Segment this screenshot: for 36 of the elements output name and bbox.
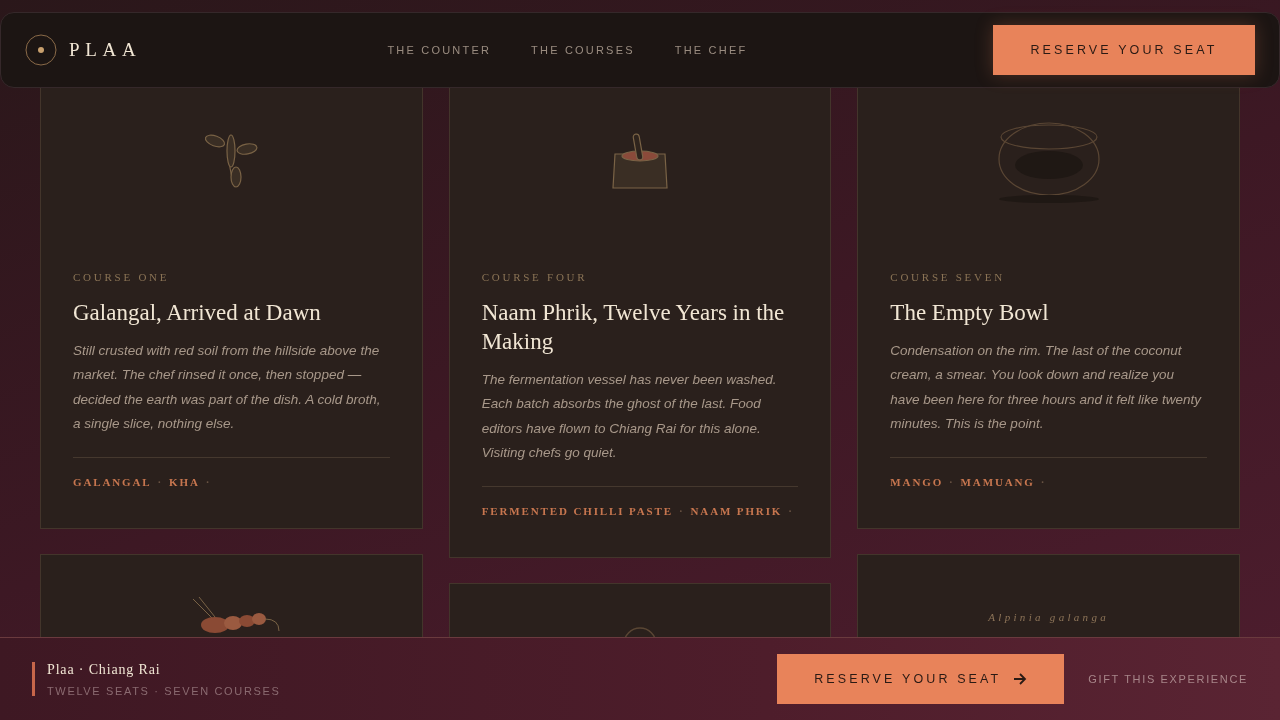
gift-experience-link[interactable]: GIFT THIS EXPERIENCE: [1088, 670, 1248, 688]
nav-link[interactable]: THE CHEF: [674, 41, 748, 59]
course-number: COURSE ONE: [73, 270, 171, 285]
course-description: Still crusted with red soil from the hillside above the market. The chef rinsed it once, then stopped — decided the earth was part of the dish. A cold broth, a single slice, nothing else.: [73, 341, 382, 433]
arrow-right-icon: [1013, 673, 1028, 685]
course-description: The fermentation vessel has never been washed. Each batch absorbs the ghost of the last. Food editors have flown to Chiang Rai for this alone. Visiting chefs go quiet.: [481, 370, 778, 462]
ingredient-tag: KHA: [169, 473, 200, 490]
seating-summary: TWELVE SEATS · SEVEN COURSES: [47, 683, 281, 699]
bowl-icon: [996, 119, 1101, 203]
nav-link[interactable]: THE COUNTER: [387, 41, 492, 59]
restaurant-location: Plaa · Chiang Rai: [47, 660, 162, 679]
tag-separator: ·: [205, 474, 212, 490]
mortar-icon: [611, 132, 669, 190]
tag-separator: ·: [678, 503, 685, 519]
nav-link[interactable]: THE COURSES: [531, 41, 635, 59]
ingredient-tag: NAAM PHRIK: [690, 502, 783, 519]
course-number: COURSE FOUR: [481, 270, 589, 285]
tag-separator: ·: [788, 503, 794, 519]
ingredient-tag: MAMUANG: [960, 473, 1035, 490]
tag-separator: ·: [157, 474, 164, 490]
reserve-seat-button[interactable]: RESERVE YOUR SEAT: [777, 654, 1065, 704]
brand-name: PLAA: [69, 37, 142, 62]
course-description: Condensation on the rim. The last of the coconut cream, a smear. You look down and realize you have been here for three hours and it felt like twenty minutes. This is the point.: [890, 341, 1203, 433]
course-title: Naam Phrik, Twelve Years in the Making: [481, 298, 786, 356]
course-number: COURSE SEVEN: [890, 270, 1006, 285]
botanical-caption: Alpinia galanga: [988, 610, 1109, 625]
course-title: The Empty Bowl: [890, 298, 1050, 327]
ingredient-tag: MANGO: [890, 473, 944, 490]
logo-icon: [25, 34, 57, 66]
course-title: Galangal, Arrived at Dawn: [73, 298, 322, 327]
tag-separator: ·: [1040, 474, 1047, 490]
ingredient-tag: FERMENTED CHILLI PASTE: [481, 502, 673, 519]
tag-separator: ·: [949, 474, 955, 490]
ingredient-tag: GALANGAL: [73, 473, 152, 490]
accent-bar: [32, 662, 35, 696]
reserve-seat-button[interactable]: RESERVE YOUR SEAT: [993, 25, 1255, 75]
